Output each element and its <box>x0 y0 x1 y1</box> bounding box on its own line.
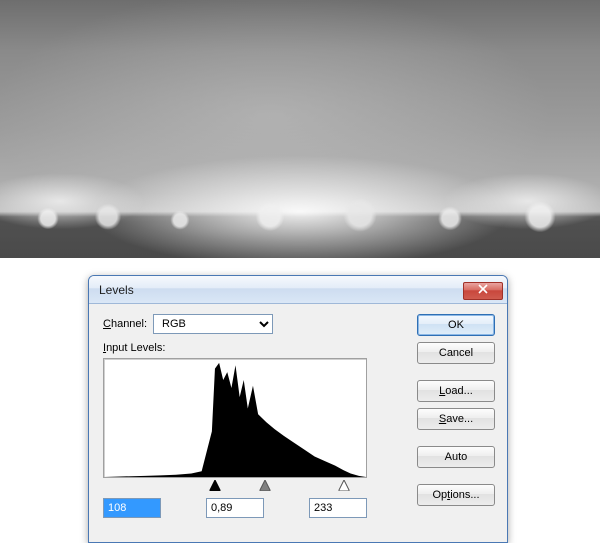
channel-row: Channel: RGB <box>103 314 405 334</box>
channel-label: Channel: <box>103 318 147 330</box>
highlight-slider-handle[interactable] <box>339 480 350 491</box>
right-column: OK Cancel Load... Save... Auto Options..… <box>417 314 495 532</box>
dialog-body: Channel: RGB Input Levels: <box>89 304 507 542</box>
levels-dialog: Levels Channel: RGB Input Levels: <box>88 275 508 543</box>
dialog-title: Levels <box>99 283 463 297</box>
input-levels-values <box>103 498 367 518</box>
background-image <box>0 0 600 258</box>
ok-button[interactable]: OK <box>417 314 495 336</box>
midtone-slider-handle[interactable] <box>260 480 271 491</box>
options-button[interactable]: Options... <box>417 484 495 506</box>
channel-select[interactable]: RGB <box>153 314 273 334</box>
shadow-input[interactable] <box>103 498 161 518</box>
midtone-input[interactable] <box>206 498 264 518</box>
close-icon <box>478 284 488 297</box>
save-button[interactable]: Save... <box>417 408 495 430</box>
histogram <box>103 358 367 478</box>
input-slider-track[interactable] <box>103 480 367 494</box>
close-button[interactable] <box>463 282 503 300</box>
left-column: Channel: RGB Input Levels: <box>103 314 405 532</box>
auto-button[interactable]: Auto <box>417 446 495 468</box>
input-levels-label: Input Levels: <box>103 342 405 354</box>
shadow-slider-handle[interactable] <box>209 480 220 491</box>
cancel-button[interactable]: Cancel <box>417 342 495 364</box>
load-button[interactable]: Load... <box>417 380 495 402</box>
highlight-input[interactable] <box>309 498 367 518</box>
titlebar[interactable]: Levels <box>89 276 507 304</box>
